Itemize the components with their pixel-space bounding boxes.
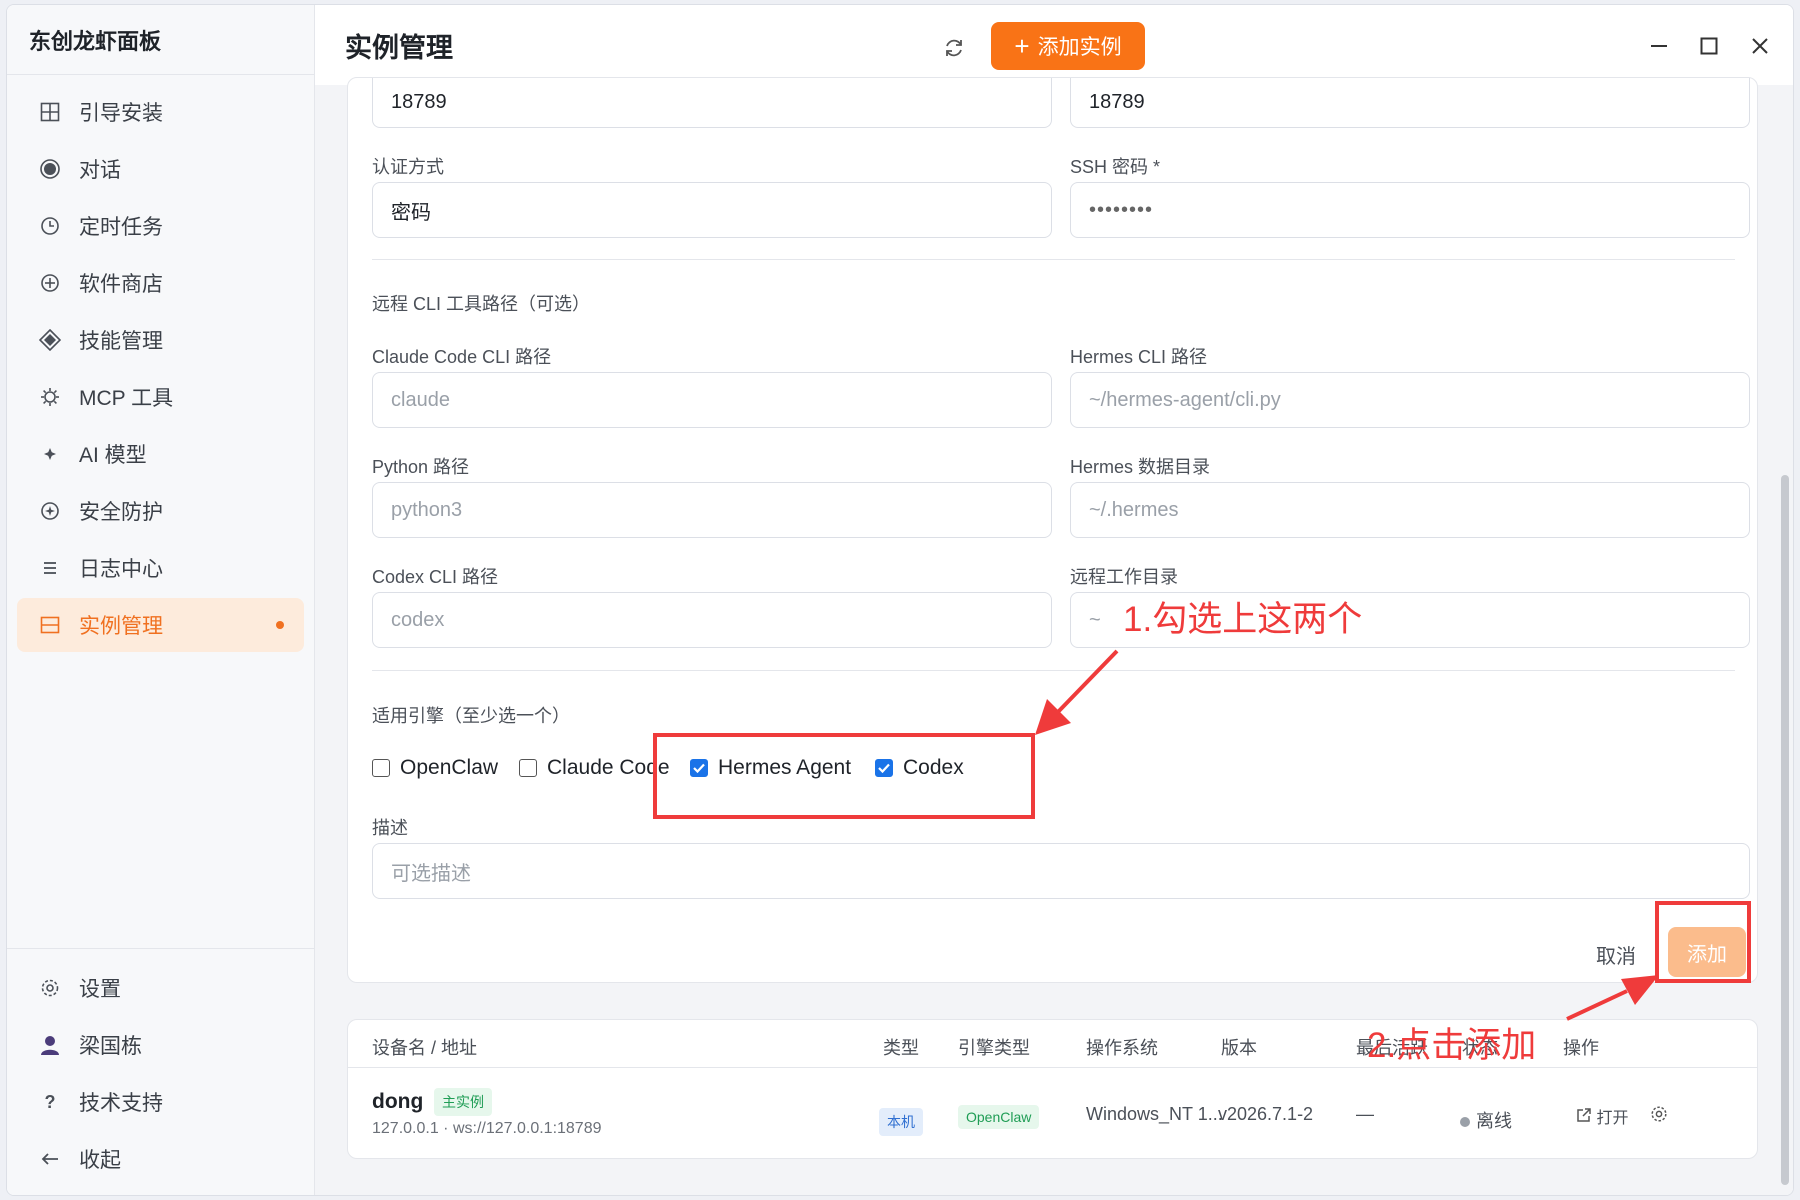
annotation-arrow-2 [1566, 975, 1659, 1021]
annotation-arrow-1 [1035, 649, 1119, 735]
annotation-arrows [1035, 649, 1659, 1021]
scrollbar-thumb[interactable] [1781, 475, 1789, 1185]
app-window: 东创龙虾面板 引导安装 对话 定时任务 软件商店 技能管理 MCP 工具 AI … [6, 4, 1794, 1196]
